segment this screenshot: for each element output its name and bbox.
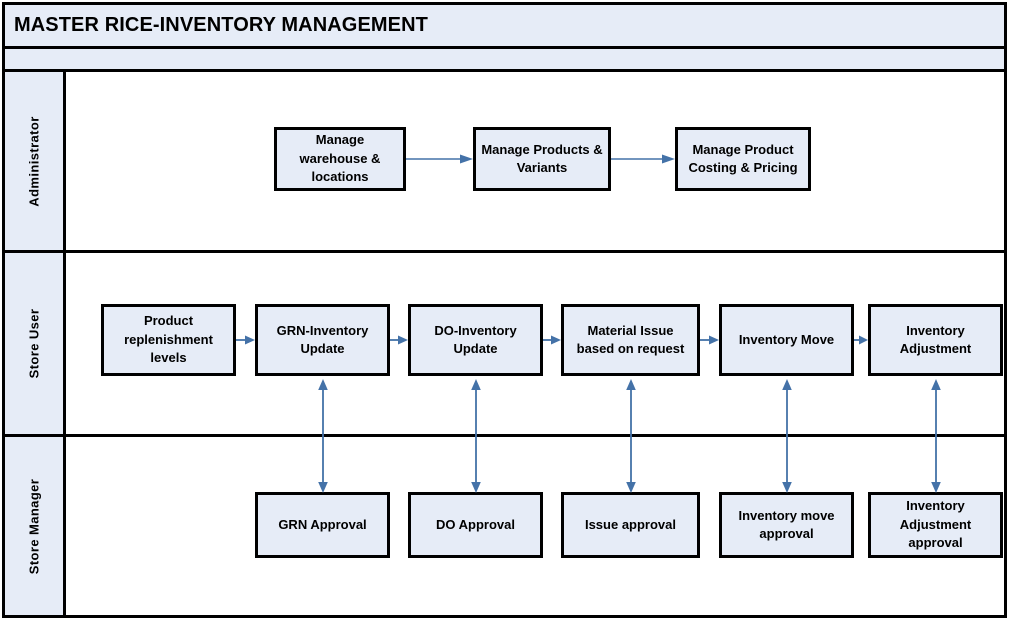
node-label: Issue approval — [584, 516, 677, 532]
node-label: Manage warehouse & locations — [299, 132, 381, 185]
node-label: DO-Inventory Update — [434, 322, 517, 356]
node-grn-approval[interactable]: GRN Approval — [255, 492, 390, 558]
node-do-inventory-update[interactable]: DO-Inventory Update — [408, 304, 543, 376]
arrow-do-to-material-issue — [543, 334, 561, 346]
arrow-replenishment-to-grn — [236, 334, 255, 346]
node-inventory-adjustment[interactable]: Inventory Adjustment — [868, 304, 1003, 376]
node-issue-approval[interactable]: Issue approval — [561, 492, 700, 558]
node-do-approval[interactable]: DO Approval — [408, 492, 543, 558]
node-label: Material Issue based on request — [576, 322, 685, 356]
node-inventory-move-approval[interactable]: Inventory move approval — [719, 492, 854, 558]
diagram-frame: MASTER RICE-INVENTORY MANAGEMENT Adminis… — [2, 2, 1007, 618]
lane-body-store-user: Product replenishment levels GRN-Invento… — [66, 253, 1004, 434]
node-inventory-move[interactable]: Inventory Move — [719, 304, 854, 376]
node-manage-products-variants[interactable]: Manage Products & Variants — [473, 127, 611, 191]
arrow-inventory-move-to-adjustment — [854, 334, 868, 346]
node-label: Inventory move approval — [738, 507, 835, 541]
header-spacer-band — [5, 49, 1004, 72]
lane-label-store-user-text: Store User — [26, 308, 42, 379]
lane-label-store-manager: Store Manager — [5, 437, 66, 615]
node-label: Inventory Adjustment approval — [899, 498, 972, 551]
node-label: Inventory Move — [738, 331, 835, 347]
diagram-page: MASTER RICE-INVENTORY MANAGEMENT Adminis… — [0, 0, 1011, 621]
node-label: DO Approval — [436, 516, 515, 532]
swimlane-store-manager: Store Manager GRN Approval DO Approval I… — [5, 437, 1004, 615]
node-label: Product replenishment levels — [124, 313, 213, 366]
node-product-replenishment-levels[interactable]: Product replenishment levels — [101, 304, 236, 376]
node-label: GRN-Inventory Update — [276, 322, 369, 356]
arrow-products-to-costing — [611, 153, 675, 165]
node-label: Manage Products & Variants — [481, 141, 603, 175]
lane-label-store-manager-text: Store Manager — [26, 478, 42, 574]
lane-body-store-manager: GRN Approval DO Approval Issue approval … — [66, 437, 1004, 615]
lane-label-administrator: Administrator — [5, 72, 66, 250]
arrow-grn-to-do — [390, 334, 408, 346]
swimlane-administrator: Administrator Manage warehouse & locatio… — [5, 72, 1004, 253]
arrow-warehouse-to-products — [406, 153, 473, 165]
lane-body-administrator: Manage warehouse & locations Manage Prod… — [66, 72, 1004, 250]
node-label: Manage Product Costing & Pricing — [688, 141, 798, 175]
swimlane-store-user: Store User Product replenishment levels … — [5, 253, 1004, 437]
node-grn-inventory-update[interactable]: GRN-Inventory Update — [255, 304, 390, 376]
node-label: GRN Approval — [278, 516, 367, 532]
node-material-issue-based-on-request[interactable]: Material Issue based on request — [561, 304, 700, 376]
node-manage-product-costing-pricing[interactable]: Manage Product Costing & Pricing — [675, 127, 811, 191]
arrow-material-issue-to-inventory-move — [700, 334, 719, 346]
lane-label-administrator-text: Administrator — [26, 115, 42, 207]
lane-label-store-user: Store User — [5, 253, 66, 434]
title-band: MASTER RICE-INVENTORY MANAGEMENT — [5, 5, 1004, 49]
node-inventory-adjustment-approval[interactable]: Inventory Adjustment approval — [868, 492, 1003, 558]
page-title: MASTER RICE-INVENTORY MANAGEMENT — [14, 14, 428, 36]
node-label: Inventory Adjustment — [899, 322, 972, 356]
node-manage-warehouse-locations[interactable]: Manage warehouse & locations — [274, 127, 406, 191]
